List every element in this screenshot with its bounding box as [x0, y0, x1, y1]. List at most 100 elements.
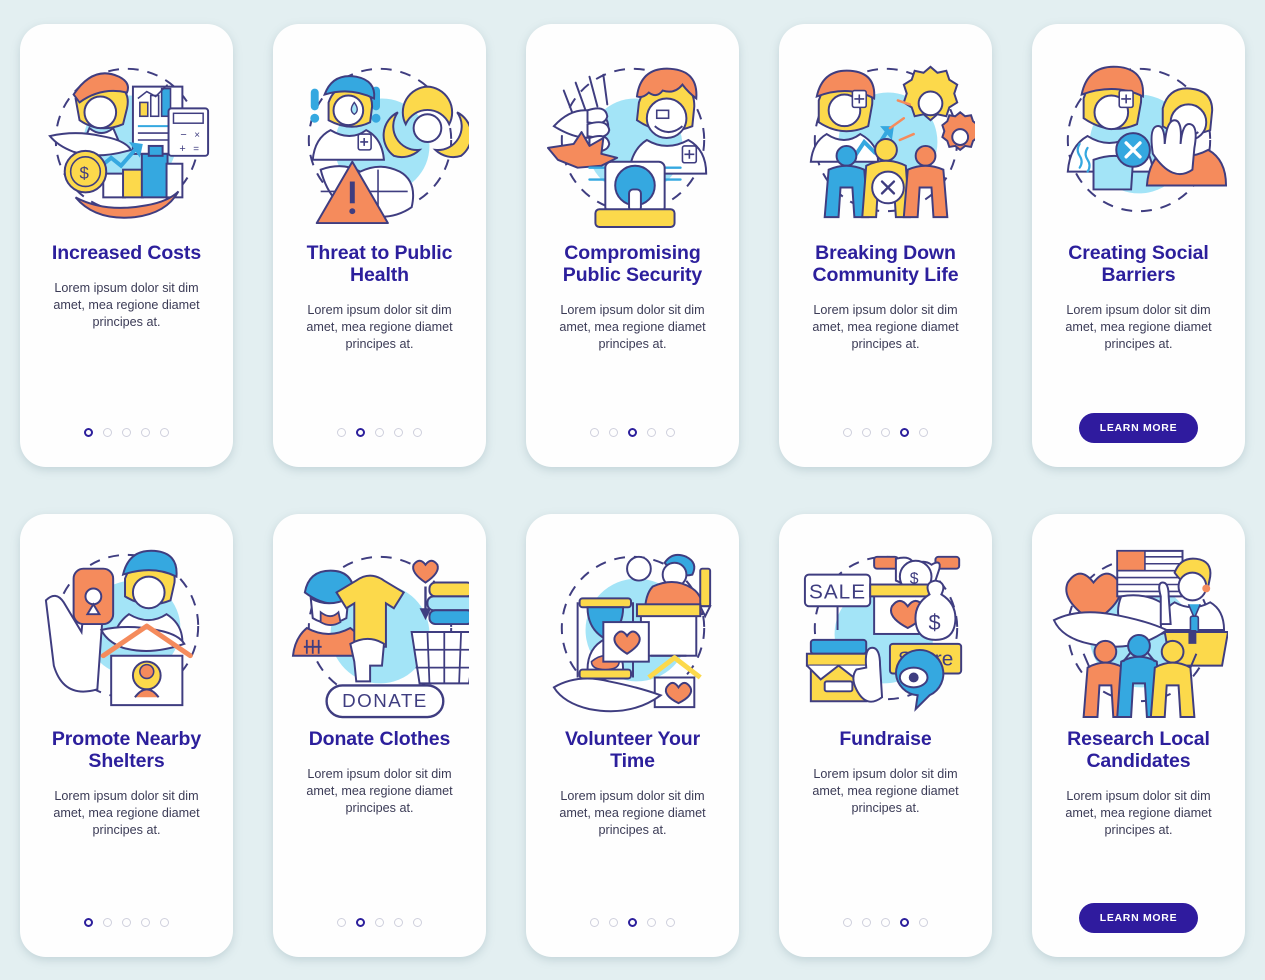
onboarding-card-fundraise[interactable]: $ SALE $ Fundraise Lorem ipsum dolor sit…	[779, 513, 992, 957]
onboarding-card-increased-costs[interactable]: − × + = $ Increased Costs Lorem ipsum do…	[20, 23, 233, 467]
pagination-dots[interactable]	[84, 427, 169, 437]
card-title: Fundraise	[839, 727, 932, 750]
pagination-dot-2[interactable]	[356, 427, 365, 437]
card-description: Lorem ipsum dolor sit dim amet, mea regi…	[306, 766, 453, 815]
onboarding-card-breaking-down-community-life[interactable]: Breaking Down Community Life Lorem ipsum…	[779, 23, 992, 467]
pagination-dot-5[interactable]	[160, 427, 169, 437]
pagination-dot-3[interactable]	[881, 917, 890, 927]
pagination-dot-1[interactable]	[84, 427, 93, 437]
pagination-dot-5[interactable]	[919, 427, 928, 437]
pagination-dot-4[interactable]	[647, 917, 656, 927]
pagination-dot-3[interactable]	[628, 427, 637, 437]
card-description: Lorem ipsum dolor sit dim amet, mea regi…	[812, 766, 959, 815]
pagination-dots[interactable]	[843, 427, 928, 437]
volunteer-hourglass-hand-house-icon	[544, 540, 722, 720]
pagination-dots[interactable]	[337, 427, 422, 437]
pagination-dot-4[interactable]	[900, 427, 909, 437]
pagination-dot-2[interactable]	[609, 917, 618, 927]
card-cell: $ SALE $ Fundraise Lorem ipsum dolor sit…	[759, 490, 1012, 980]
pagination-dot-2[interactable]	[862, 917, 871, 927]
pagination-dot-2[interactable]	[609, 427, 618, 437]
card-description: Lorem ipsum dolor sit dim amet, mea regi…	[812, 302, 959, 351]
onboarding-card-threat-to-public-health[interactable]: Threat to Public Health Lorem ipsum dolo…	[273, 23, 486, 467]
card-title: Research Local Candidates	[1067, 727, 1210, 772]
onboarding-card-research-local-candidates[interactable]: Research Local Candidates Lorem ipsum do…	[1032, 513, 1245, 957]
card-description: Lorem ipsum dolor sit dim amet, mea regi…	[306, 302, 453, 351]
pagination-dot-1[interactable]	[590, 427, 599, 437]
pagination-dot-4[interactable]	[900, 917, 909, 927]
card-description: Lorem ipsum dolor sit dim amet, mea regi…	[1065, 302, 1212, 351]
pagination-dots[interactable]	[337, 917, 422, 927]
pagination-dot-5[interactable]	[413, 917, 422, 927]
svg-text:−: −	[180, 129, 186, 141]
pagination-dots[interactable]	[590, 917, 675, 927]
pagination-dot-3[interactable]	[881, 427, 890, 437]
pagination-dot-5[interactable]	[666, 917, 675, 927]
pagination-dots[interactable]	[590, 427, 675, 437]
card-cell: Breaking Down Community Life Lorem ipsum…	[759, 0, 1012, 490]
pagination-dot-3[interactable]	[375, 917, 384, 927]
pagination-dot-4[interactable]	[141, 917, 150, 927]
card-cell: Promote Nearby Shelters Lorem ipsum dolo…	[0, 490, 253, 980]
card-cell: Volunteer Your Time Lorem ipsum dolor si…	[506, 490, 759, 980]
fundraise-sale-share-money-icon: $ SALE $	[797, 540, 975, 720]
onboarding-card-volunteer-your-time[interactable]: Volunteer Your Time Lorem ipsum dolor si…	[526, 513, 739, 957]
card-title: Increased Costs	[51, 241, 202, 264]
pagination-dot-4[interactable]	[394, 917, 403, 927]
security-fist-siren-icon	[544, 50, 722, 230]
pagination-dot-2[interactable]	[862, 427, 871, 437]
card-description: Lorem ipsum dolor sit dim amet, mea regi…	[53, 280, 200, 329]
pagination-dot-4[interactable]	[647, 427, 656, 437]
pagination-dot-3[interactable]	[628, 917, 637, 927]
pagination-dot-3[interactable]	[122, 917, 131, 927]
pagination-dot-2[interactable]	[356, 917, 365, 927]
card-description: Lorem ipsum dolor sit dim amet, mea regi…	[559, 302, 706, 351]
shelter-map-pin-house-hand-icon	[38, 540, 216, 720]
learn-more-button[interactable]: LEARN MORE	[1078, 902, 1199, 933]
onboarding-card-compromising-public-security[interactable]: Compromising Public Security Lorem ipsum…	[526, 23, 739, 467]
onboarding-card-donate-clothes[interactable]: DONATE Donate Clothes Lorem ipsum dolor …	[273, 513, 486, 957]
card-title: Threat to Public Health	[306, 241, 453, 286]
pagination-dot-3[interactable]	[122, 427, 131, 437]
learn-more-button[interactable]: LEARN MORE	[1078, 412, 1199, 443]
pagination-dots[interactable]	[843, 917, 928, 927]
card-cell: Creating Social Barriers Lorem ipsum dol…	[1012, 0, 1265, 490]
pagination-dot-1[interactable]	[84, 917, 93, 927]
pagination-dot-2[interactable]	[103, 917, 112, 927]
onboarding-screens-board: − × + = $ Increased Costs Lorem ipsum do…	[0, 0, 1265, 980]
pagination-dot-3[interactable]	[375, 427, 384, 437]
onboarding-card-creating-social-barriers[interactable]: Creating Social Barriers Lorem ipsum dol…	[1032, 23, 1245, 467]
pagination-dot-5[interactable]	[919, 917, 928, 927]
pagination-dot-2[interactable]	[103, 427, 112, 437]
card-title: Donate Clothes	[308, 727, 451, 750]
pagination-dots[interactable]	[84, 917, 169, 927]
pagination-dot-1[interactable]	[843, 427, 852, 437]
pagination-dot-5[interactable]	[666, 427, 675, 437]
onboarding-card-promote-nearby-shelters[interactable]: Promote Nearby Shelters Lorem ipsum dolo…	[20, 513, 233, 957]
pagination-dot-4[interactable]	[394, 427, 403, 437]
card-description: Lorem ipsum dolor sit dim amet, mea regi…	[53, 788, 200, 837]
svg-text:SALE: SALE	[809, 580, 866, 603]
donate-clothes-basket-icon: DONATE	[291, 540, 469, 720]
pagination-dot-5[interactable]	[413, 427, 422, 437]
social-barriers-rejection-hand-icon	[1050, 50, 1228, 230]
svg-text:=: =	[193, 143, 199, 154]
svg-text:$: $	[79, 163, 89, 182]
pagination-dot-5[interactable]	[160, 917, 169, 927]
pagination-dot-1[interactable]	[337, 427, 346, 437]
card-description: Lorem ipsum dolor sit dim amet, mea regi…	[1065, 788, 1212, 837]
card-title: Creating Social Barriers	[1068, 241, 1209, 286]
pagination-dot-1[interactable]	[843, 917, 852, 927]
card-cell: Threat to Public Health Lorem ipsum dolo…	[253, 0, 506, 490]
pagination-dot-4[interactable]	[141, 427, 150, 437]
pagination-dot-1[interactable]	[590, 917, 599, 927]
svg-text:×: ×	[194, 130, 200, 141]
svg-text:+: +	[179, 142, 185, 154]
card-cell: Compromising Public Security Lorem ipsum…	[506, 0, 759, 490]
card-title: Promote Nearby Shelters	[51, 727, 202, 772]
card-cell: − × + = $ Increased Costs Lorem ipsum do…	[0, 0, 253, 490]
pagination-dot-1[interactable]	[337, 917, 346, 927]
svg-text:DONATE: DONATE	[342, 690, 428, 711]
health-biohazard-warning-icon	[291, 50, 469, 230]
community-gears-people-icon	[797, 50, 975, 230]
